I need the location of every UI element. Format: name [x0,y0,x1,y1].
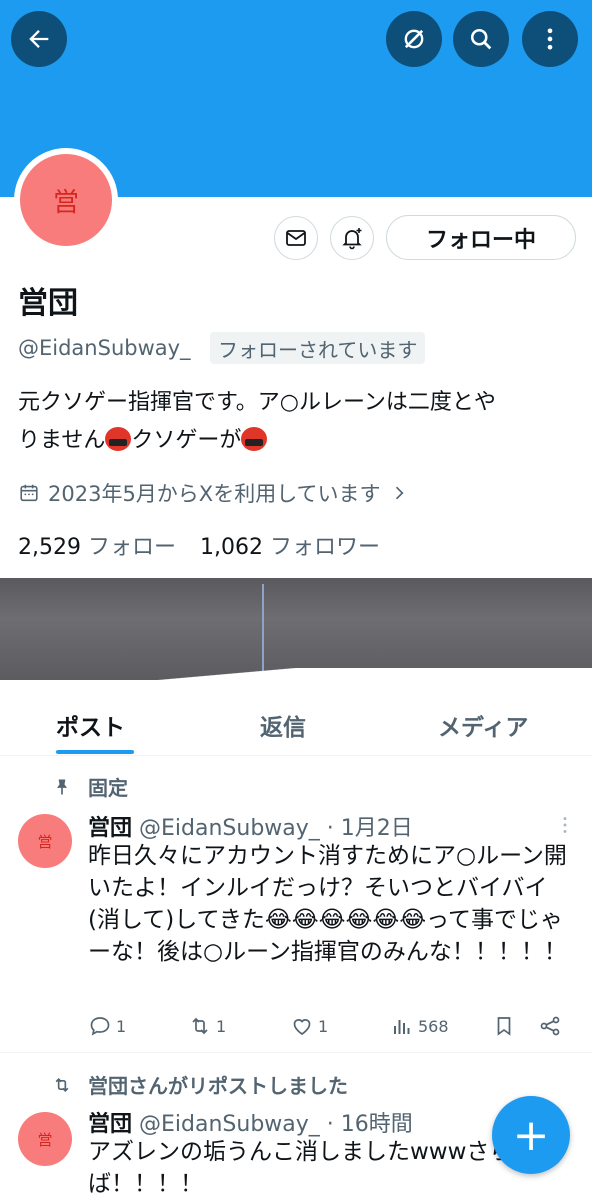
tweet-text: 昨日久々にアカウント消すためにア○ルーン開いたよ！インルイだっけ？そいつとバイバ… [88,840,578,1000]
more-button[interactable] [522,11,578,67]
chevron-right-icon [395,486,404,500]
follows-you-badge: フォローされています [210,332,426,364]
overlay-strip [0,578,592,680]
profile-bio: 元クソゲー指揮官です。ア○ルレーンは二度とや りません クソゲーが [18,384,578,460]
pinned-row: 固定 [52,772,128,801]
tab-media[interactable]: メディア [438,708,528,742]
tab-replies[interactable]: 返信 [260,708,306,742]
view-count: 568 [418,1016,449,1036]
back-button[interactable] [11,11,67,67]
reply-count: 1 [116,1016,127,1036]
tweet-avatar[interactable]: 営 [18,814,72,868]
envelope-icon [286,230,306,246]
calendar-icon [20,484,38,502]
repost-label: 営団さんがリポストしました [88,1074,348,1098]
bell-plus-icon [342,228,362,250]
tab-posts[interactable]: ポスト [56,708,125,742]
repost-button[interactable]: 1 [188,1014,226,1038]
repost-row: 営団さんがリポストしました [52,1070,348,1099]
heart-icon [293,1019,311,1035]
tweet-time[interactable]: · 1月2日 [327,816,413,841]
cursing-face-icon [241,427,268,451]
tweet-author-name[interactable]: 営団 [88,816,132,841]
profile-handle: @EidanSubway_ [18,336,191,360]
bookmark-button[interactable] [492,1014,516,1038]
pin-icon [57,779,67,794]
views-icon [394,1020,410,1034]
following-link[interactable]: 2,529 フォロー [18,529,176,561]
tweet-divider [0,1052,592,1053]
profile-avatar[interactable]: 営 [14,148,118,252]
tweet-author-handle[interactable]: @EidanSubway_ [139,816,320,841]
reply-icon [90,1017,110,1036]
profile-name: 営団 [18,286,78,321]
following-label: フォロー [87,535,176,560]
grok-icon [404,29,424,49]
grok-button[interactable] [386,11,442,67]
joined-text: 2023年5月からXを利用しています [48,482,381,506]
reply-button[interactable]: 1 [88,1014,126,1038]
followers-label: フォロワー [269,535,380,560]
like-count: 1 [318,1016,329,1036]
search-button[interactable] [453,11,509,67]
tweet-emoji: 😂😂😂😂😂😂 [264,907,427,933]
tweet-time[interactable]: · 16時間 [327,1112,413,1137]
pinned-label: 固定 [88,776,128,800]
bookmark-icon [497,1017,511,1036]
tweet-header: 営団 @EidanSubway_ · 1月2日 [88,810,413,842]
repost-icon [192,1017,208,1035]
strip-seam [262,584,264,676]
avatar-text: 営 [20,154,112,246]
search-icon [470,28,492,50]
more-vertical-icon [547,28,553,50]
tweet-avatar[interactable]: 営 [18,1112,72,1166]
tweet-author-handle[interactable]: @EidanSubway_ [139,1112,320,1137]
repost-icon [55,1077,69,1092]
tweet-more-icon[interactable] [554,814,576,836]
arrow-left-icon [29,30,49,48]
tweet-author-name[interactable]: 営団 [88,1112,132,1137]
compose-button[interactable]: + [492,1096,570,1174]
bio-line1: 元クソゲー指揮官です。ア○ルレーンは二度とや [18,390,496,415]
message-button[interactable] [274,216,318,260]
followers-link[interactable]: 1,062 フォロワー [200,529,380,561]
followers-count: 1,062 [200,535,263,560]
like-button[interactable]: 1 [290,1014,328,1038]
following-count: 2,529 [18,535,81,560]
bio-line2a: りません [18,428,106,453]
cursing-face-icon [105,427,132,451]
active-tab-indicator [56,750,134,754]
strip-fold [0,668,592,680]
follow-stats: 2,529 フォロー 1,062 フォロワー [18,529,380,561]
profile-tabs: ポスト 返信 メディア [0,700,592,756]
following-button[interactable]: フォロー中 [386,215,576,260]
share-button[interactable] [538,1014,562,1038]
views-button[interactable]: 568 [390,1014,449,1038]
share-icon [540,1016,560,1036]
repost-count: 1 [216,1016,227,1036]
joined-date[interactable]: 2023年5月からXを利用しています [18,478,409,508]
notify-button[interactable] [330,216,374,260]
bio-line2b: クソゲーが [131,428,242,453]
tweet-header: 営団 @EidanSubway_ · 16時間 [88,1106,413,1138]
